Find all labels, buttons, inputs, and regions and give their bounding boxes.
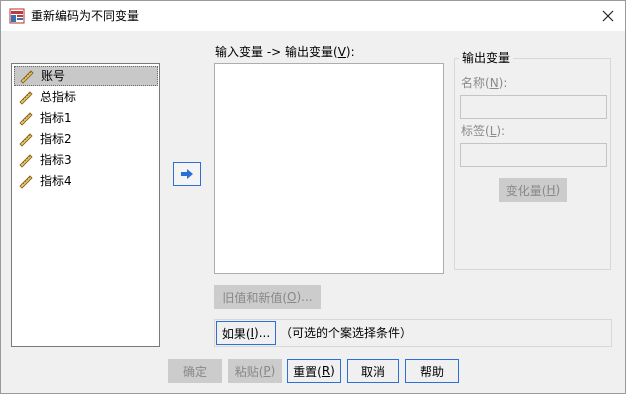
- paste-button[interactable]: 粘贴(P): [228, 359, 282, 383]
- variable-item[interactable]: 指标4: [14, 171, 158, 191]
- io-list-label-suffix: ):: [345, 45, 355, 59]
- name-label-prefix: 名称(: [461, 76, 490, 90]
- io-list-label-prefix: 输入变量 -> 输出变量(: [215, 45, 338, 59]
- variable-label: 账号: [41, 69, 66, 83]
- name-field[interactable]: [460, 95, 607, 119]
- title-bar: 重新编码为不同变量: [1, 1, 625, 31]
- old-new-prefix: 旧值和新值(: [222, 290, 288, 305]
- label-label-suffix: ):: [496, 124, 506, 138]
- reset-prefix: 重置(: [293, 364, 322, 379]
- change-button[interactable]: 变化量(H): [499, 178, 567, 202]
- label-field[interactable]: [460, 143, 607, 167]
- reset-button[interactable]: 重置(R): [287, 359, 341, 383]
- paste-suffix: ): [270, 364, 276, 378]
- old-new-key: O: [287, 290, 297, 304]
- variable-label: 指标3: [40, 153, 72, 167]
- if-button[interactable]: 如果(I)...: [216, 321, 276, 345]
- recode-dialog: 重新编码为不同变量 账号 总指标 指标1 指标2 指标3 指标4 输入变量 ->…: [0, 0, 626, 394]
- old-new-values-button[interactable]: 旧值和新值(O)...: [214, 285, 321, 309]
- reset-suffix: ): [330, 364, 335, 378]
- name-label-suffix: ):: [498, 76, 508, 90]
- name-label-key: N: [489, 76, 499, 90]
- label-label-prefix: 标签(: [461, 124, 490, 138]
- change-button-prefix: 变化量(: [505, 183, 547, 198]
- spss-recode-icon: [9, 8, 25, 24]
- variable-label: 指标4: [40, 174, 72, 188]
- variable-item[interactable]: 指标2: [14, 129, 158, 149]
- variable-item[interactable]: 账号: [14, 66, 158, 86]
- variable-label: 指标2: [40, 132, 72, 146]
- ruler-icon: [19, 91, 33, 105]
- variable-item[interactable]: 总指标: [14, 87, 158, 107]
- variable-item[interactable]: 指标1: [14, 108, 158, 128]
- if-description: （可选的个案选择条件）: [280, 326, 413, 340]
- io-list-label-key: V: [337, 45, 346, 59]
- reset-key: R: [321, 364, 331, 378]
- output-group-title: 输出变量: [459, 50, 514, 66]
- io-list-label: 输入变量 -> 输出变量(V):: [215, 44, 355, 60]
- help-button[interactable]: 帮助: [405, 359, 459, 383]
- change-button-key: H: [546, 183, 556, 197]
- variable-item[interactable]: 指标3: [14, 150, 158, 170]
- input-output-variable-list[interactable]: [214, 63, 444, 274]
- source-variable-list[interactable]: 账号 总指标 指标1 指标2 指标3 指标4: [11, 63, 160, 347]
- ruler-icon: [19, 175, 33, 189]
- move-variable-button[interactable]: [173, 162, 201, 186]
- ruler-icon: [20, 70, 34, 84]
- old-new-suffix: )...: [296, 290, 313, 304]
- if-button-suffix: )...: [254, 326, 271, 340]
- name-field-label: 名称(N):: [461, 75, 507, 91]
- variable-label: 指标1: [40, 111, 72, 125]
- ok-button[interactable]: 确定: [168, 359, 222, 383]
- window-title: 重新编码为不同变量: [31, 9, 140, 23]
- arrow-right-icon: [181, 169, 193, 179]
- ruler-icon: [19, 112, 33, 126]
- cancel-button[interactable]: 取消: [347, 359, 399, 383]
- change-button-suffix: ): [555, 183, 561, 197]
- variable-label: 总指标: [40, 90, 77, 104]
- ruler-icon: [19, 133, 33, 147]
- paste-key: P: [263, 364, 271, 378]
- close-button[interactable]: [591, 1, 625, 31]
- close-icon: [602, 10, 614, 22]
- paste-prefix: 粘贴(: [234, 364, 264, 379]
- label-field-label: 标签(L):: [461, 123, 505, 139]
- if-button-prefix: 如果(: [221, 326, 251, 341]
- ruler-icon: [19, 154, 33, 168]
